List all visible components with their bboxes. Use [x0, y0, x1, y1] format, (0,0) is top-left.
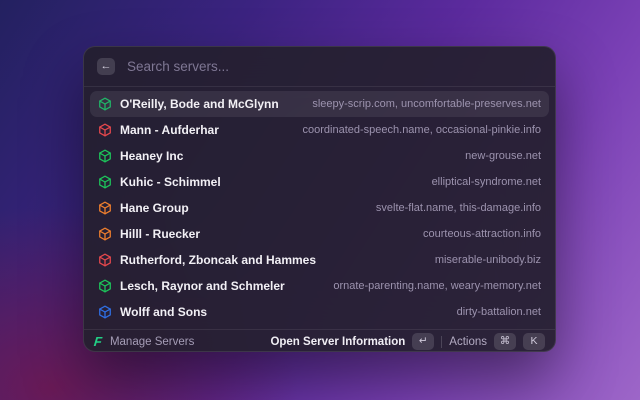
cube-icon — [98, 201, 112, 215]
server-domains: courteous-attraction.info — [422, 228, 541, 240]
server-domains: miserable-unibody.biz — [434, 254, 541, 266]
list-item[interactable]: Kuhic - Schimmel elliptical-syndrome.net — [90, 169, 549, 195]
cube-icon — [98, 123, 112, 137]
footer-left-label: Manage Servers — [109, 335, 195, 348]
desktop-background: { "window": { "search": { "placeholder":… — [0, 0, 640, 400]
actions-menu-button[interactable]: Actions — [449, 336, 487, 348]
server-list: O'Reilly, Bode and McGlynn sleepy-scrip.… — [84, 87, 555, 329]
server-domains: new-grouse.net — [465, 150, 541, 162]
server-domains: ornate-parenting.name, weary-memory.net — [333, 280, 541, 292]
search-input[interactable] — [125, 58, 542, 75]
list-item[interactable]: Hilll - Ruecker courteous-attraction.inf… — [90, 221, 549, 247]
server-name: Hilll - Ruecker — [120, 227, 201, 241]
k-key-icon: K — [523, 333, 545, 350]
footer-actions: Open Server Information ↵ Actions ⌘ K — [270, 333, 545, 350]
server-name: Heaney Inc — [120, 149, 184, 163]
command-palette-window: ← O'Reilly, Bode and McGlynn sleepy-scri… — [83, 46, 556, 352]
server-domains: svelte-flat.name, this-damage.info — [375, 202, 541, 214]
forge-logo-icon: F — [93, 334, 103, 349]
cube-icon — [98, 227, 112, 241]
footer-actions-divider — [441, 335, 443, 348]
cube-icon — [98, 253, 112, 267]
back-button[interactable]: ← — [97, 58, 115, 75]
cube-icon — [98, 97, 112, 111]
list-item[interactable]: Hane Group svelte-flat.name, this-damage… — [90, 195, 549, 221]
server-name: Mann - Aufderhar — [120, 123, 219, 137]
cube-icon — [98, 305, 112, 319]
list-item[interactable]: Mann - Aufderhar coordinated-speech.name… — [90, 117, 549, 143]
back-arrow-icon: ← — [100, 60, 112, 72]
server-name: Lesch, Raynor and Schmeler — [120, 279, 285, 293]
cube-icon — [98, 279, 112, 293]
open-server-information-action[interactable]: Open Server Information — [270, 336, 405, 348]
server-domains: dirty-battalion.net — [456, 306, 541, 318]
cmd-key-icon: ⌘ — [494, 333, 516, 350]
cube-icon — [98, 175, 112, 189]
server-domains: sleepy-scrip.com, uncomfortable-preserve… — [312, 98, 541, 110]
list-item[interactable]: Rutherford, Zboncak and Hammes miserable… — [90, 247, 549, 273]
server-name: O'Reilly, Bode and McGlynn — [120, 97, 279, 111]
enter-key-icon: ↵ — [412, 333, 435, 350]
footer: F Manage Servers Open Server Information… — [84, 330, 555, 351]
list-item[interactable]: Heaney Inc new-grouse.net — [90, 143, 549, 169]
list-item[interactable]: Wolff and Sons dirty-battalion.net — [90, 299, 549, 325]
server-name: Rutherford, Zboncak and Hammes — [120, 253, 317, 267]
list-item[interactable]: Lesch, Raynor and Schmeler ornate-parent… — [90, 273, 549, 299]
server-name: Wolff and Sons — [120, 305, 208, 319]
server-domains: elliptical-syndrome.net — [431, 176, 541, 188]
cube-icon — [98, 149, 112, 163]
server-domains: coordinated-speech.name, occasional-pink… — [302, 124, 541, 136]
server-name: Kuhic - Schimmel — [120, 175, 221, 189]
search-bar: ← — [84, 47, 555, 86]
list-item[interactable]: O'Reilly, Bode and McGlynn sleepy-scrip.… — [90, 91, 549, 117]
server-name: Hane Group — [120, 201, 189, 215]
